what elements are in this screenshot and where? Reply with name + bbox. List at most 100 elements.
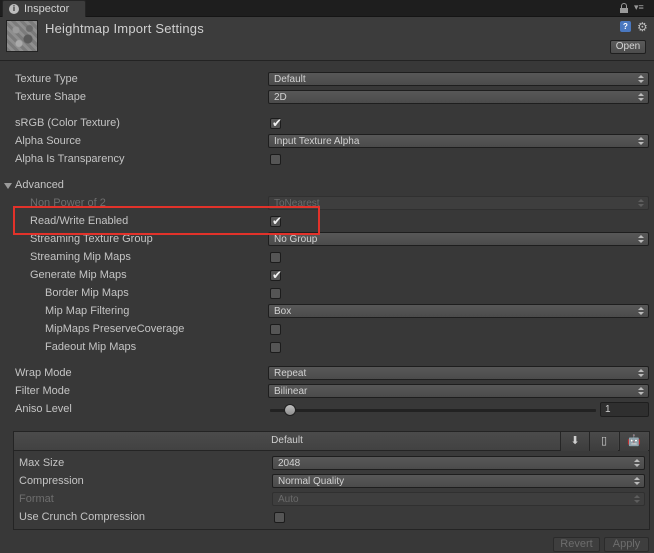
border-mip-maps-label: Border Mip Maps bbox=[45, 287, 129, 299]
dropdown-arrows-icon bbox=[638, 198, 644, 208]
generate-mip-maps-label: Generate Mip Maps bbox=[30, 269, 127, 281]
row-fadeout-mip-maps: Fadeout Mip Maps bbox=[0, 339, 654, 357]
streaming-texture-group-dropdown[interactable]: No Group bbox=[268, 232, 649, 246]
filter-mode-label: Filter Mode bbox=[15, 385, 71, 397]
dropdown-arrows-icon bbox=[634, 458, 640, 468]
row-srgb: sRGB (Color Texture) ✔ bbox=[0, 115, 654, 133]
alpha-is-transparency-label: Alpha Is Transparency bbox=[15, 153, 125, 165]
srgb-label: sRGB (Color Texture) bbox=[15, 117, 120, 129]
row-crunch: Use Crunch Compression bbox=[14, 509, 649, 527]
mip-map-filtering-value: Box bbox=[274, 306, 292, 317]
texture-type-value: Default bbox=[274, 74, 306, 85]
tab-label: Inspector bbox=[24, 3, 70, 15]
android-icon[interactable]: 🤖 bbox=[619, 432, 648, 451]
mipmaps-preserve-coverage-label: MipMaps PreserveCoverage bbox=[45, 323, 185, 335]
dropdown-arrows-icon bbox=[634, 494, 640, 504]
tab-menu-icon[interactable]: ▾≡ bbox=[634, 2, 644, 13]
dropdown-arrows-icon bbox=[638, 136, 644, 146]
texture-shape-dropdown[interactable]: 2D bbox=[268, 90, 649, 104]
alpha-is-transparency-checkbox[interactable] bbox=[270, 154, 281, 165]
row-texture-shape: Texture Shape 2D bbox=[0, 89, 654, 107]
row-alpha-is-transparency: Alpha Is Transparency bbox=[0, 151, 654, 169]
row-compression: Compression Normal Quality bbox=[14, 473, 649, 491]
non-power-of-2-dropdown: ToNearest bbox=[268, 196, 649, 210]
checkmark-icon: ✔ bbox=[272, 116, 283, 130]
wrap-mode-dropdown[interactable]: Repeat bbox=[268, 366, 649, 380]
texture-type-dropdown[interactable]: Default bbox=[268, 72, 649, 86]
compression-label: Compression bbox=[19, 475, 84, 487]
texture-type-label: Texture Type bbox=[15, 73, 78, 85]
row-alpha-source: Alpha Source Input Texture Alpha bbox=[0, 133, 654, 151]
fadeout-mip-maps-label: Fadeout Mip Maps bbox=[45, 341, 137, 353]
filter-mode-dropdown[interactable]: Bilinear bbox=[268, 384, 649, 398]
row-format: Format Auto bbox=[14, 491, 649, 509]
streaming-mip-maps-label: Streaming Mip Maps bbox=[30, 251, 131, 263]
srgb-checkbox[interactable]: ✔ bbox=[270, 116, 283, 130]
info-icon: i bbox=[9, 4, 19, 14]
platform-tabs: Default ⬇ ▯ 🤖 bbox=[14, 432, 649, 451]
alpha-source-dropdown[interactable]: Input Texture Alpha bbox=[268, 134, 649, 148]
border-mip-maps-checkbox[interactable] bbox=[270, 288, 281, 299]
row-mipmaps-preserve-coverage: MipMaps PreserveCoverage bbox=[0, 321, 654, 339]
advanced-label: Advanced bbox=[15, 179, 64, 191]
row-aniso-level: Aniso Level 1 bbox=[0, 401, 654, 419]
dropdown-arrows-icon bbox=[638, 368, 644, 378]
row-generate-mip-maps: Generate Mip Maps ✔ bbox=[0, 267, 654, 285]
format-value: Auto bbox=[278, 494, 299, 505]
mip-map-filtering-label: Mip Map Filtering bbox=[45, 305, 130, 317]
open-button[interactable]: Open bbox=[610, 40, 646, 54]
tab-bar: i Inspector ▾≡ bbox=[0, 0, 654, 17]
row-filter-mode: Filter Mode Bilinear bbox=[0, 383, 654, 401]
checkmark-icon: ✔ bbox=[272, 268, 283, 282]
row-max-size: Max Size 2048 bbox=[14, 455, 649, 473]
max-size-value: 2048 bbox=[278, 458, 301, 469]
wrap-mode-value: Repeat bbox=[274, 368, 307, 379]
dropdown-arrows-icon bbox=[634, 476, 640, 486]
max-size-label: Max Size bbox=[19, 457, 65, 469]
aniso-level-label: Aniso Level bbox=[15, 403, 72, 415]
revert-button[interactable]: Revert bbox=[553, 537, 600, 552]
row-wrap-mode: Wrap Mode Repeat bbox=[0, 365, 654, 383]
gear-icon[interactable]: ⚙ bbox=[637, 20, 648, 34]
dropdown-arrows-icon bbox=[638, 74, 644, 84]
generate-mip-maps-checkbox[interactable]: ✔ bbox=[270, 268, 283, 282]
highlight-box bbox=[13, 206, 320, 235]
download-icon[interactable]: ⬇ bbox=[560, 432, 589, 451]
texture-shape-value: 2D bbox=[274, 92, 287, 103]
streaming-mip-maps-checkbox[interactable] bbox=[270, 252, 281, 263]
page-title: Heightmap Import Settings bbox=[45, 21, 204, 36]
max-size-dropdown[interactable]: 2048 bbox=[272, 456, 645, 470]
texture-shape-label: Texture Shape bbox=[15, 91, 86, 103]
row-border-mip-maps: Border Mip Maps bbox=[0, 285, 654, 303]
tab-inspector[interactable]: i Inspector bbox=[2, 0, 86, 17]
dropdown-arrows-icon bbox=[638, 92, 644, 102]
format-dropdown: Auto bbox=[272, 492, 645, 506]
fadeout-mip-maps-checkbox[interactable] bbox=[270, 342, 281, 353]
format-label: Format bbox=[19, 493, 54, 505]
row-texture-type: Texture Type Default bbox=[0, 71, 654, 89]
mip-map-filtering-dropdown[interactable]: Box bbox=[268, 304, 649, 318]
foldout-arrow-icon bbox=[4, 183, 12, 189]
apply-button[interactable]: Apply bbox=[604, 537, 649, 552]
lock-icon[interactable] bbox=[620, 3, 628, 13]
tab-default[interactable]: Default bbox=[14, 432, 560, 451]
aniso-level-slider-thumb[interactable] bbox=[283, 404, 296, 416]
aniso-level-slider-track[interactable] bbox=[270, 409, 596, 412]
aniso-level-field[interactable]: 1 bbox=[600, 402, 649, 417]
filter-mode-value: Bilinear bbox=[274, 386, 308, 397]
help-icon[interactable]: ? bbox=[620, 21, 631, 32]
alpha-source-value: Input Texture Alpha bbox=[274, 136, 360, 147]
advanced-foldout[interactable]: Advanced bbox=[0, 177, 654, 195]
crunch-label: Use Crunch Compression bbox=[19, 511, 145, 523]
wrap-mode-label: Wrap Mode bbox=[15, 367, 72, 379]
compression-dropdown[interactable]: Normal Quality bbox=[272, 474, 645, 488]
row-mip-map-filtering: Mip Map Filtering Box bbox=[0, 303, 654, 321]
dropdown-arrows-icon bbox=[638, 234, 644, 244]
alpha-source-label: Alpha Source bbox=[15, 135, 82, 147]
mipmaps-preserve-coverage-checkbox[interactable] bbox=[270, 324, 281, 335]
mobile-icon[interactable]: ▯ bbox=[589, 432, 618, 451]
crunch-checkbox[interactable] bbox=[274, 512, 285, 523]
dropdown-arrows-icon bbox=[638, 306, 644, 316]
compression-value: Normal Quality bbox=[278, 476, 345, 487]
platform-settings-panel: Default ⬇ ▯ 🤖 Max Size 2048 Compression … bbox=[13, 431, 650, 530]
